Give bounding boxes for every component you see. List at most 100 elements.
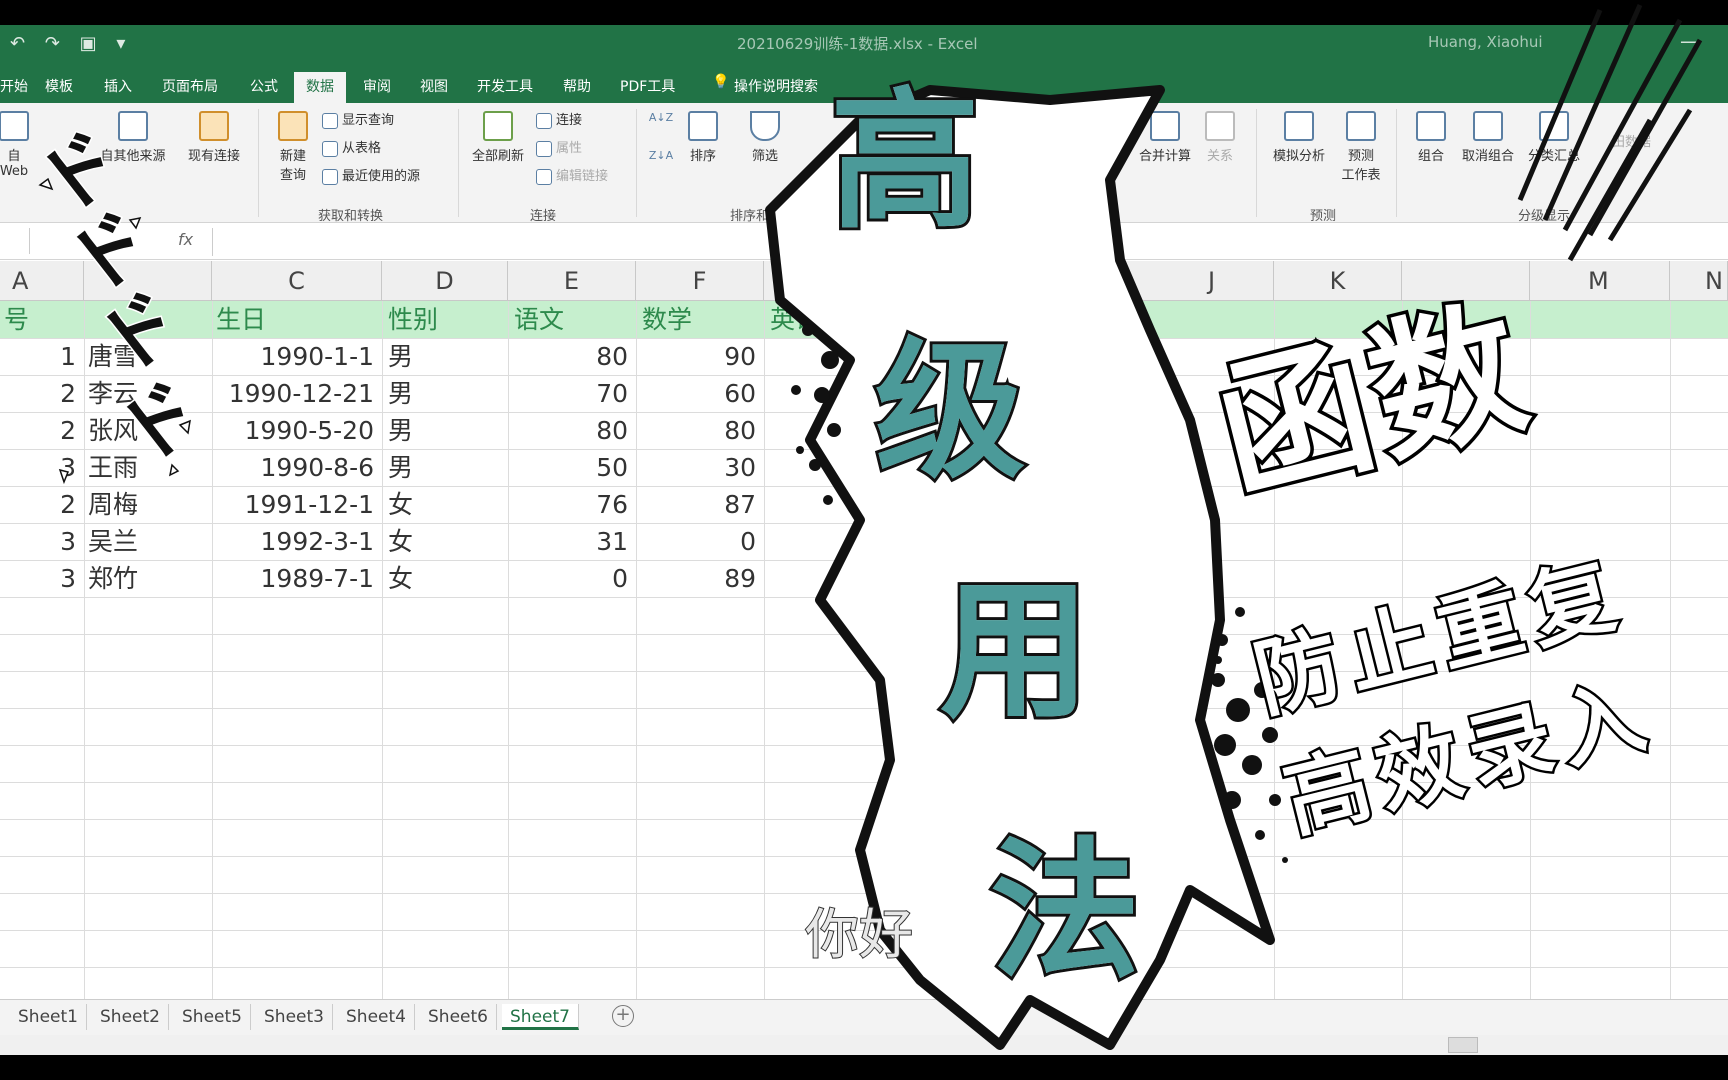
properties-button[interactable]: 属性 <box>536 137 582 157</box>
cell-chinese[interactable]: 80 <box>508 412 632 449</box>
recent-sources-button[interactable]: 最近使用的源 <box>322 165 420 185</box>
cell-math[interactable]: 30 <box>636 449 760 486</box>
sheet-tab-2[interactable]: Sheet2 <box>92 1004 169 1030</box>
cell-math[interactable]: 90 <box>636 338 760 375</box>
tab-templates[interactable]: 模板 <box>45 76 73 96</box>
cell-chinese[interactable]: 31 <box>508 523 632 560</box>
cell-birthday[interactable]: 1991-12-1 <box>212 486 378 523</box>
data-validation-button[interactable]: 验证 <box>1090 111 1130 164</box>
sort-button[interactable]: 排序 <box>680 111 726 164</box>
cell-name[interactable]: 郑竹 <box>84 560 212 597</box>
header-english[interactable]: 英语 <box>766 301 824 338</box>
add-sheet-button[interactable]: + <box>612 1005 634 1027</box>
cell-id[interactable]: 3 <box>0 523 80 560</box>
cell-gender[interactable]: 男 <box>384 412 504 449</box>
show-queries-button[interactable]: 显示查询 <box>322 109 394 129</box>
cell-math[interactable]: 87 <box>636 486 760 523</box>
tab-insert[interactable]: 插入 <box>104 76 132 96</box>
column-header-j[interactable]: J <box>1104 261 1274 301</box>
header-math[interactable]: 数学 <box>638 301 696 338</box>
cell-gender[interactable]: 男 <box>384 338 504 375</box>
cell-birthday[interactable]: 1990-1-1 <box>212 338 378 375</box>
column-header-d[interactable]: D <box>382 261 508 301</box>
tab-help[interactable]: 帮助 <box>563 76 591 96</box>
edit-links-label: 编辑链接 <box>556 169 609 184</box>
sheet-tab-7[interactable]: Sheet7 <box>502 1004 579 1030</box>
cell-name[interactable]: 吴兰 <box>84 523 212 560</box>
tab-formulas[interactable]: 公式 <box>250 76 278 96</box>
tab-home[interactable]: 开始 <box>0 76 28 96</box>
cell-gender[interactable]: 女 <box>384 486 504 523</box>
forecast-sheet-button[interactable]: 预测 工作表 <box>1336 111 1386 183</box>
cell-math[interactable]: 60 <box>636 375 760 412</box>
tab-pdf-tools[interactable]: PDF工具 <box>620 76 675 96</box>
undo-icon[interactable]: ↶ <box>10 33 25 54</box>
ungroup-button[interactable]: 取消组合 <box>1456 111 1520 164</box>
filter-button[interactable]: 筛选 <box>740 111 790 164</box>
group-forecast: 预测 <box>1310 209 1337 224</box>
tab-page-layout[interactable]: 页面布局 <box>162 76 218 96</box>
cell-gender[interactable]: 男 <box>384 449 504 486</box>
cell-chinese[interactable]: 0 <box>508 560 632 597</box>
refresh-all-button[interactable]: 全部刷新 <box>466 111 530 164</box>
tab-view[interactable]: 视图 <box>420 76 448 96</box>
new-query-button[interactable]: 新建 查询 <box>268 111 318 183</box>
connections-button[interactable]: 连接 <box>536 109 582 129</box>
cell-birthday[interactable]: 1992-3-1 <box>212 523 378 560</box>
customize-qat-icon[interactable]: ▾ <box>116 33 125 54</box>
vertical-title-char-3: 用 <box>937 562 1093 742</box>
redo-icon[interactable]: ↷ <box>45 33 60 54</box>
what-if-analysis-button[interactable]: 模拟分析 <box>1266 111 1332 164</box>
page-layout-view-icon[interactable] <box>1504 1037 1534 1053</box>
cell-chinese[interactable]: 76 <box>508 486 632 523</box>
cell-gender[interactable]: 女 <box>384 523 504 560</box>
column-header-c[interactable]: C <box>212 261 382 301</box>
cell-chinese[interactable]: 50 <box>508 449 632 486</box>
sheet-tab-3[interactable]: Sheet3 <box>256 1004 333 1030</box>
cell-gender[interactable]: 男 <box>384 375 504 412</box>
cell-math[interactable]: 0 <box>636 523 760 560</box>
properties-icon <box>536 140 552 157</box>
column-header-n[interactable]: N <box>1670 261 1728 301</box>
cell-chinese[interactable]: 70 <box>508 375 632 412</box>
sort-az-button[interactable]: A↓Z <box>648 111 674 124</box>
minimize-button[interactable]: — <box>1680 29 1700 53</box>
column-header-f[interactable]: F <box>636 261 764 301</box>
subtotal-button[interactable]: 分类汇总 <box>1522 111 1586 164</box>
column-header-e[interactable]: E <box>508 261 636 301</box>
column-header-m[interactable]: M <box>1530 261 1670 301</box>
header-chinese[interactable]: 语文 <box>510 301 568 338</box>
cell-gender[interactable]: 女 <box>384 560 504 597</box>
cell-birthday[interactable]: 1990-5-20 <box>212 412 378 449</box>
consolidate-button[interactable]: 合并计算 <box>1132 111 1198 164</box>
sheet-tab-1[interactable]: Sheet1 <box>10 1004 87 1030</box>
from-table-button[interactable]: 从表格 <box>322 137 381 157</box>
tab-review[interactable]: 审阅 <box>363 76 391 96</box>
validation-icon <box>1095 111 1125 141</box>
extra-data-button[interactable]: 田数据 <box>1612 131 1651 150</box>
lightbulb-icon: 💡 <box>712 74 730 90</box>
touch-mode-icon[interactable]: ▣ <box>80 33 97 54</box>
normal-view-icon[interactable] <box>1448 1037 1478 1053</box>
cell-birthday[interactable]: 1990-12-21 <box>212 375 378 412</box>
cell-chinese[interactable]: 80 <box>508 338 632 375</box>
cell-birthday[interactable]: 1990-8-6 <box>212 449 378 486</box>
tab-developer[interactable]: 开发工具 <box>477 76 533 96</box>
sheet-tab-5[interactable]: Sheet5 <box>174 1004 251 1030</box>
name-box[interactable] <box>0 228 30 254</box>
cell-math[interactable]: 89 <box>636 560 760 597</box>
tab-data[interactable]: 数据 <box>294 72 346 103</box>
group-button[interactable]: 组合 <box>1408 111 1454 164</box>
cell-math[interactable]: 80 <box>636 412 760 449</box>
cell-id[interactable]: 3 <box>0 560 80 597</box>
page-break-view-icon[interactable] <box>1554 1037 1584 1053</box>
header-gender[interactable]: 性别 <box>384 301 442 338</box>
sheet-tab-6[interactable]: Sheet6 <box>420 1004 497 1030</box>
sheet-tab-4[interactable]: Sheet4 <box>338 1004 415 1030</box>
relationships-button[interactable]: 关系 <box>1200 111 1240 164</box>
user-name[interactable]: Huang, Xiaohui <box>1428 33 1543 51</box>
edit-links-button[interactable]: 编辑链接 <box>536 165 608 185</box>
tell-me-search[interactable]: 💡 操作说明搜索 <box>712 74 818 96</box>
cell-birthday[interactable]: 1989-7-1 <box>212 560 378 597</box>
sort-za-button[interactable]: Z↓A <box>648 149 674 162</box>
